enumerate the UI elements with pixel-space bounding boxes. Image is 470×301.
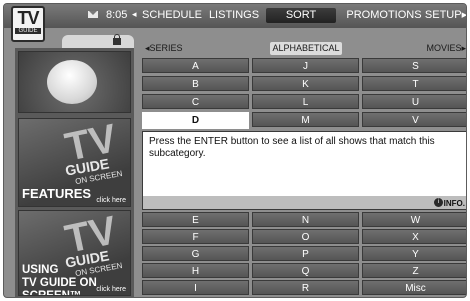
moon-image xyxy=(47,60,97,104)
top-bar: 8:05 ◂ SCHEDULE LISTINGS SORT PROMOTIONS… xyxy=(4,4,466,28)
using-click-here-link[interactable]: click here xyxy=(96,286,126,293)
tab-promotions[interactable]: PROMOTIONS xyxy=(346,8,422,23)
next-category-movies[interactable]: MOVIES▸ xyxy=(426,43,466,54)
letter-cell-q[interactable]: Q xyxy=(252,263,359,278)
clock: 8:05 xyxy=(106,9,128,21)
letter-cell-e[interactable]: E xyxy=(142,212,249,227)
letter-cell-d[interactable]: D xyxy=(142,112,249,129)
letter-cell-m[interactable]: M xyxy=(252,112,359,127)
current-category-alphabetical: ALPHABETICAL xyxy=(270,42,342,55)
letter-cell-l[interactable]: L xyxy=(252,94,359,109)
letter-cell-n[interactable]: N xyxy=(252,212,359,227)
letter-cell-t[interactable]: T xyxy=(362,76,466,91)
letter-cell-c[interactable]: C xyxy=(142,94,249,109)
letter-cell-v[interactable]: V xyxy=(362,112,466,127)
logo-tv-text: TV xyxy=(17,8,39,28)
using-promo[interactable]: TV GUIDE ON SCREEN USING TV GUIDE ON SCR… xyxy=(18,210,131,296)
letter-cell-p[interactable]: P xyxy=(252,246,359,261)
info-bar: i INFO. xyxy=(143,196,466,209)
sort-subcategory-bar: ◂SERIES ALPHABETICAL MOVIES▸ xyxy=(142,42,466,56)
letter-cell-y[interactable]: Y xyxy=(362,246,466,261)
tab-setup[interactable]: SETUP▸ xyxy=(424,8,466,23)
letter-cell-z[interactable]: Z xyxy=(362,263,466,278)
letter-cell-w[interactable]: W xyxy=(362,212,466,227)
letter-cell-k[interactable]: K xyxy=(252,76,359,91)
info-icon[interactable]: i xyxy=(434,198,443,207)
logo-guide-text: GUIDE xyxy=(15,28,41,34)
letter-cell-i[interactable]: I xyxy=(142,280,249,295)
letter-cell-r[interactable]: R xyxy=(252,280,359,295)
letter-cell-b[interactable]: B xyxy=(142,76,249,91)
lock-icon xyxy=(113,34,121,45)
info-label[interactable]: INFO. xyxy=(444,199,465,208)
lock-tab[interactable] xyxy=(62,35,134,49)
letter-cell-o[interactable]: O xyxy=(252,229,359,244)
tv-guide-logo: TV GUIDE xyxy=(11,6,45,42)
letter-cell-s[interactable]: S xyxy=(362,58,466,73)
letter-cell-g[interactable]: G xyxy=(142,246,249,261)
letter-cell-a[interactable]: A xyxy=(142,58,249,73)
features-title: FEATURES xyxy=(22,186,92,201)
tab-schedule[interactable]: SCHEDULE xyxy=(137,8,207,23)
info-text: Press the ENTER button to see a list of … xyxy=(149,136,435,159)
letter-cell-u[interactable]: U xyxy=(362,94,466,109)
letter-cell-f[interactable]: F xyxy=(142,229,249,244)
guide-screen: 8:05 ◂ SCHEDULE LISTINGS SORT PROMOTIONS… xyxy=(3,3,467,298)
letter-cell-h[interactable]: H xyxy=(142,263,249,278)
prev-category-series[interactable]: ◂SERIES xyxy=(145,43,183,54)
letter-cell-j[interactable]: J xyxy=(252,58,359,73)
features-click-here-link[interactable]: click here xyxy=(96,197,126,204)
nav-left-arrow-icon[interactable]: ◂ xyxy=(132,9,137,20)
letter-cell-misc[interactable]: Misc xyxy=(362,280,466,295)
mail-icon[interactable] xyxy=(88,11,98,18)
tab-listings[interactable]: LISTINGS xyxy=(204,8,264,23)
using-title-line1: USING xyxy=(22,264,59,276)
tab-sort[interactable]: SORT xyxy=(266,8,336,23)
video-window[interactable] xyxy=(18,51,131,113)
letter-cell-x[interactable]: X xyxy=(362,229,466,244)
features-promo[interactable]: TV GUIDE ON SCREEN FEATURES click here xyxy=(18,118,131,207)
info-box: Press the ENTER button to see a list of … xyxy=(142,131,466,210)
